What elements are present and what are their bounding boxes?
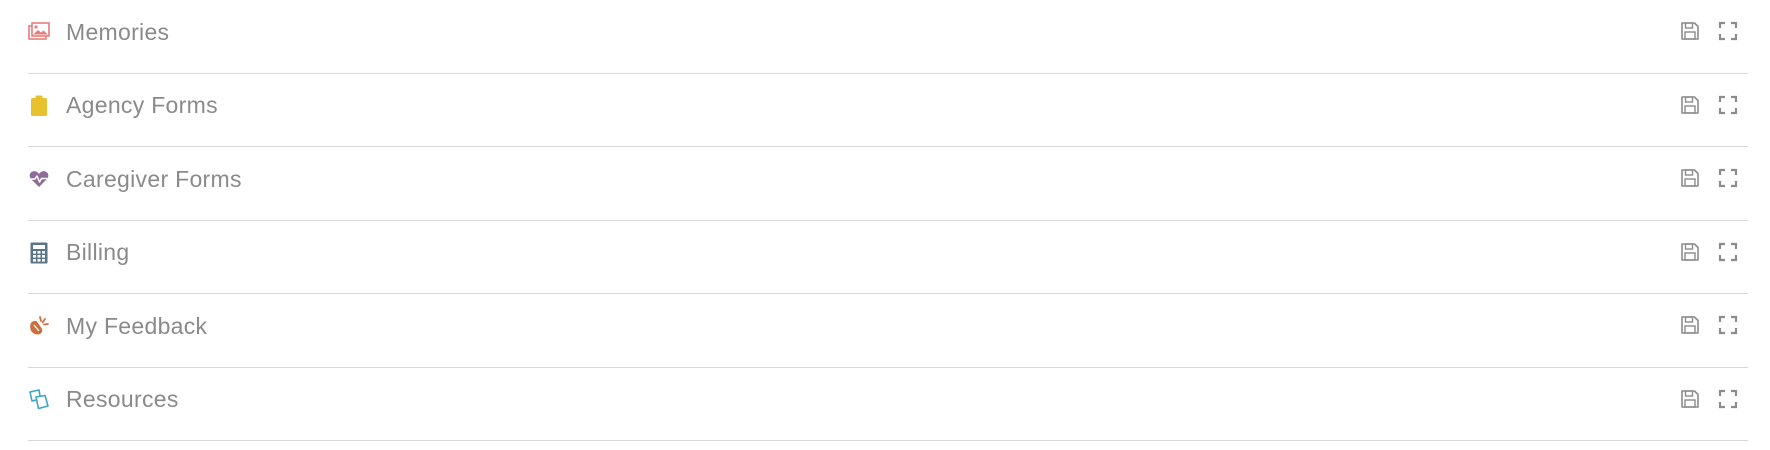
panel-header-my-feedback[interactable]: My Feedback [28, 313, 207, 339]
feedback-icon [28, 315, 50, 337]
panel-title: Caregiver Forms [66, 165, 242, 192]
panel-title: Billing [66, 239, 130, 265]
panel-actions [1663, 20, 1739, 42]
panel-title: Agency Forms [66, 92, 218, 118]
panel-header-memories[interactable]: Memories [28, 19, 169, 45]
panel-billing: Billing [28, 221, 1748, 294]
expand-icon[interactable] [1717, 241, 1739, 263]
panel-resources: Resources [28, 368, 1748, 441]
image-icon [28, 21, 50, 43]
panel-agency-forms: Agency Forms [28, 74, 1748, 147]
calculator-icon [28, 242, 50, 264]
panel-actions [1663, 167, 1739, 189]
panel-actions [1663, 241, 1739, 263]
save-icon[interactable] [1679, 20, 1701, 42]
panel-header-resources[interactable]: Resources [28, 386, 179, 413]
panel-list: Memories Agency Forms Caregiver Forms Bi… [28, 0, 1748, 441]
expand-icon[interactable] [1717, 167, 1739, 189]
panel-title: My Feedback [66, 312, 208, 339]
save-icon[interactable] [1679, 167, 1701, 189]
panel-header-agency-forms[interactable]: Agency Forms [28, 92, 218, 119]
save-icon[interactable] [1679, 241, 1701, 263]
panel-header-caregiver-forms[interactable]: Caregiver Forms [28, 166, 242, 192]
panel-caregiver-forms: Caregiver Forms [28, 147, 1748, 221]
save-icon[interactable] [1679, 94, 1701, 116]
panel-actions [1663, 388, 1739, 410]
panel-actions [1663, 94, 1739, 116]
expand-icon[interactable] [1717, 314, 1739, 336]
panel-header-billing[interactable]: Billing [28, 239, 130, 266]
expand-icon[interactable] [1717, 94, 1739, 116]
documents-icon [28, 388, 50, 411]
panel-title: Memories [66, 18, 170, 45]
panel-actions [1663, 314, 1739, 336]
panel-memories: Memories [28, 0, 1748, 74]
expand-icon[interactable] [1717, 388, 1739, 410]
expand-icon[interactable] [1717, 20, 1739, 42]
panel-my-feedback: My Feedback [28, 294, 1748, 368]
heartbeat-icon [28, 168, 50, 190]
panel-title: Resources [66, 386, 179, 412]
save-icon[interactable] [1679, 314, 1701, 336]
clipboard-icon [28, 95, 50, 117]
save-icon[interactable] [1679, 388, 1701, 410]
